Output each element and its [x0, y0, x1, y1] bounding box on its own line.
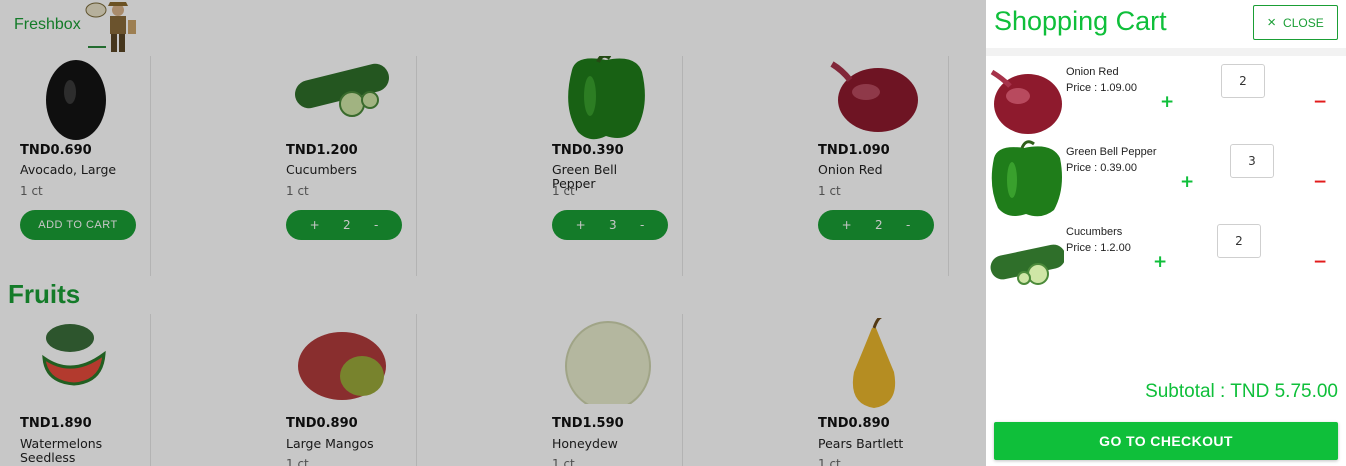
quantity-field[interactable]: 3	[1230, 144, 1274, 178]
increase-button[interactable]: +	[1153, 252, 1167, 272]
checkout-button[interactable]: GO TO CHECKOUT	[994, 422, 1338, 460]
increase-button[interactable]: +	[1180, 172, 1194, 192]
cucumber-thumbnail	[990, 244, 1064, 285]
quantity-field[interactable]: 2	[1221, 64, 1265, 98]
close-label: CLOSE	[1283, 15, 1324, 30]
header-divider	[986, 48, 1346, 56]
close-button[interactable]: × CLOSE	[1253, 5, 1338, 40]
red-onion-thumbnail	[990, 69, 1062, 134]
green-pepper-thumbnail	[991, 140, 1062, 217]
cart-item-name: Onion Red	[1066, 66, 1119, 78]
decrease-button[interactable]: −	[1313, 252, 1327, 272]
close-icon: ×	[1267, 14, 1277, 31]
decrease-button[interactable]: −	[1313, 172, 1327, 192]
page: Freshbox TND0.690 Avocado, Large 1 ct AD…	[0, 0, 1346, 466]
modal-overlay[interactable]	[0, 0, 986, 466]
cart-item: Green Bell Pepper Price : 0.39.00 + 3 −	[986, 140, 1346, 218]
cart-item-price: Price : 1.2.00	[1066, 242, 1131, 254]
cart-item-price: Price : 0.39.00	[1066, 162, 1137, 174]
cart-drawer: Shopping Cart × CLOSE Onion Red Price : …	[986, 0, 1346, 466]
subtotal: Subtotal : TND 5.75.00	[1145, 381, 1338, 402]
quantity-field[interactable]: 2	[1217, 224, 1261, 258]
cart-item-name: Cucumbers	[1066, 226, 1123, 238]
cart-title: Shopping Cart	[994, 6, 1167, 36]
decrease-button[interactable]: −	[1313, 92, 1327, 112]
cart-item: Onion Red Price : 1.09.00 + 2 −	[986, 60, 1346, 138]
cart-item-name: Green Bell Pepper	[1066, 146, 1157, 158]
cart-item: Cucumbers Price : 1.2.00 + 2 −	[986, 220, 1346, 298]
cart-item-price: Price : 1.09.00	[1066, 82, 1137, 94]
increase-button[interactable]: +	[1160, 92, 1174, 112]
